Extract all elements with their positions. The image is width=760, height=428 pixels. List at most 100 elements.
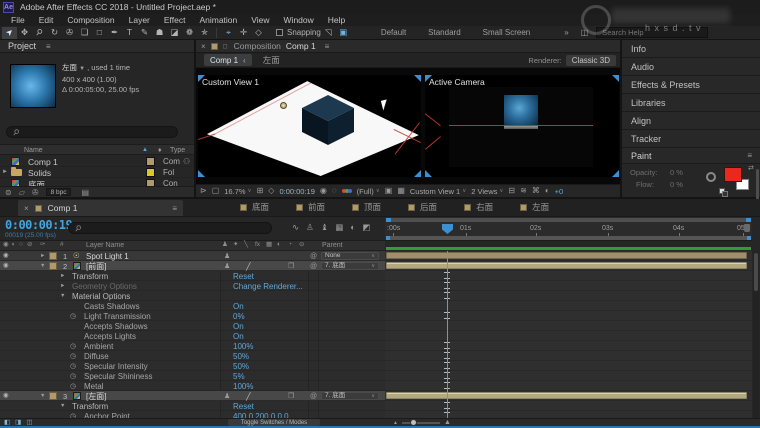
layer-color-swatch[interactable] <box>49 252 57 260</box>
exposure-value[interactable]: +0 <box>555 187 564 196</box>
property-track-row[interactable] <box>385 291 752 301</box>
view-axis-mode[interactable]: ◇ <box>251 27 266 39</box>
foreground-color-swatch[interactable] <box>724 167 742 182</box>
view-select[interactable]: Custom View 1 ∨ <box>410 187 466 196</box>
property-value[interactable]: 100% <box>233 382 253 391</box>
label-color-swatch[interactable] <box>146 168 155 177</box>
region-of-interest-icon[interactable]: ▣ <box>385 187 393 195</box>
property-value[interactable]: 50% <box>233 352 249 361</box>
property-track-row[interactable] <box>385 311 752 321</box>
parent-dropdown[interactable]: 7. 底面 ∨ <box>321 262 379 270</box>
shy-switch-icon[interactable]: ♟ <box>224 253 230 260</box>
timeline-tab-3[interactable]: 后面 <box>408 201 437 213</box>
parent-column[interactable]: Parent <box>322 242 343 249</box>
spot-light-gizmo[interactable] <box>280 102 287 109</box>
panel-header-paint[interactable]: Paint ≡ <box>622 148 760 164</box>
layer-row[interactable]: ◉ ▼ 2 [前面] ♟ ╱ ❒ @7. 底面 ∨ <box>0 261 385 271</box>
timeline-tab-comp1[interactable]: × Comp 1 ≡ <box>18 200 183 216</box>
layer-name[interactable]: [左面] <box>86 392 106 401</box>
view-layout-select[interactable]: 2 Views ∨ <box>471 187 503 196</box>
help-search-input[interactable] <box>600 27 701 38</box>
rotation-tool[interactable]: ↻ <box>47 27 62 39</box>
draft-3d-icon[interactable]: ♙ <box>306 223 314 232</box>
menu-edit[interactable]: Edit <box>32 15 61 25</box>
resolution-select[interactable]: (Full) ∨ <box>357 187 380 196</box>
flow-value[interactable]: 0 % <box>670 180 683 189</box>
property-row[interactable]: Accepts Lights On <box>0 331 385 341</box>
project-item-row[interactable]: ► Solids Fol <box>0 167 194 178</box>
property-track-row[interactable] <box>385 281 752 291</box>
layer-duration-bar[interactable] <box>386 392 747 399</box>
pen-tool[interactable]: ✒ <box>107 27 122 39</box>
trash-icon[interactable]: ▤ <box>81 188 89 197</box>
property-row[interactable]: ▼ Transform Reset <box>0 401 385 411</box>
layer-name[interactable]: Spot Light 1 <box>86 252 129 261</box>
av-column-icon[interactable]: ⊘ <box>27 241 32 249</box>
composition-panel-tab[interactable]: × ◻ Composition Comp 1 ≡ <box>196 40 620 53</box>
renderer-button[interactable]: Classic 3D <box>565 54 616 66</box>
property-track-row[interactable] <box>385 341 752 351</box>
property-value[interactable]: On <box>233 302 244 311</box>
twirl-icon[interactable]: ▼ <box>40 393 45 400</box>
stopwatch-icon[interactable]: ◷ <box>70 373 76 380</box>
panel-menu-icon[interactable]: ≡ <box>46 42 51 51</box>
mask-visibility-icon[interactable]: ◇ <box>268 187 274 195</box>
timeline-tab-5[interactable]: 左面 <box>520 201 549 213</box>
layer-name-column[interactable]: Layer Name <box>86 242 124 249</box>
property-row[interactable]: Casts Shadows On <box>0 301 385 311</box>
eye-toggle-icon[interactable]: ◉ <box>3 252 9 260</box>
custom-view-viewport[interactable]: Custom View 1 <box>198 75 421 177</box>
twirl-icon[interactable]: ▼ <box>60 403 65 410</box>
panel-header-tracker[interactable]: Tracker <box>622 130 760 148</box>
interpret-footage-icon[interactable]: ⊜ <box>5 188 12 197</box>
puppet-pin-tool[interactable]: ✯ <box>197 27 212 39</box>
active-camera-viewport[interactable]: Active Camera <box>425 75 619 177</box>
default-colors-icon[interactable] <box>719 188 728 197</box>
twirl-icon[interactable]: ► <box>60 273 65 280</box>
property-track-row[interactable] <box>385 271 752 281</box>
panel-header-libraries[interactable]: Libraries <box>622 94 760 112</box>
menu-animation[interactable]: Animation <box>192 15 244 25</box>
sort-arrow-icon[interactable]: ▲ <box>142 147 148 153</box>
property-row[interactable]: ► Transform Reset <box>0 271 385 281</box>
property-track-row[interactable] <box>385 381 752 391</box>
property-value[interactable]: 0% <box>233 312 245 321</box>
menu-view[interactable]: View <box>244 15 276 25</box>
property-track-row[interactable] <box>385 411 752 418</box>
workspace-menu-icon[interactable]: ◫ <box>581 28 589 37</box>
selection-tool[interactable]: ➤ <box>2 26 17 39</box>
pickwhip-icon[interactable]: @ <box>310 393 317 400</box>
workspace-default[interactable]: Default <box>381 28 406 37</box>
twirl-icon[interactable]: ► <box>40 253 45 260</box>
layer-track-row[interactable] <box>385 251 752 261</box>
project-item-name[interactable]: Comp 1 <box>28 157 58 167</box>
swap-colors-icon[interactable]: ⇄ <box>748 164 754 172</box>
twirl-icon[interactable]: ► <box>2 169 8 175</box>
motion-blur-icon[interactable]: ◐ <box>350 223 355 232</box>
panel-header-audio[interactable]: Audio <box>622 58 760 76</box>
chevron-down-icon[interactable]: ▼ <box>79 66 85 72</box>
property-row[interactable]: ◷ Light Transmission 0% <box>0 311 385 321</box>
main-viewer-icon[interactable]: ▢ <box>212 187 220 195</box>
frame-blending-icon[interactable]: ▦ <box>335 223 343 232</box>
quality-switch-icon[interactable]: ╱ <box>246 392 251 401</box>
property-value[interactable]: On <box>233 322 244 331</box>
project-item-name[interactable]: Solids <box>28 168 51 178</box>
panel-header-info[interactable]: Info <box>622 40 760 58</box>
layer-track-row[interactable] <box>385 391 752 401</box>
property-row[interactable]: ◷ Anchor Point 400.0,200.0,0.0 <box>0 411 385 418</box>
world-axis-mode[interactable]: ✛ <box>236 27 251 39</box>
type-tool[interactable]: T <box>122 27 137 39</box>
property-track-row[interactable] <box>385 361 752 371</box>
zoom-track[interactable] <box>401 419 440 426</box>
av-column-icon[interactable]: ○ <box>19 241 23 249</box>
property-track-row[interactable] <box>385 301 752 311</box>
workspace-small-screen[interactable]: Small Screen <box>483 28 531 37</box>
magnification-select[interactable]: 16.7% ∨ <box>224 187 251 196</box>
project-bit-depth[interactable]: 8 bpc <box>45 188 72 196</box>
property-row[interactable]: ◷ Specular Intensity 50% <box>0 361 385 371</box>
menu-composition[interactable]: Composition <box>60 15 121 25</box>
panel-menu-icon[interactable]: ≡ <box>172 204 177 213</box>
opacity-value[interactable]: 0 % <box>670 168 683 177</box>
always-preview-icon[interactable]: ⊳ <box>200 187 207 195</box>
